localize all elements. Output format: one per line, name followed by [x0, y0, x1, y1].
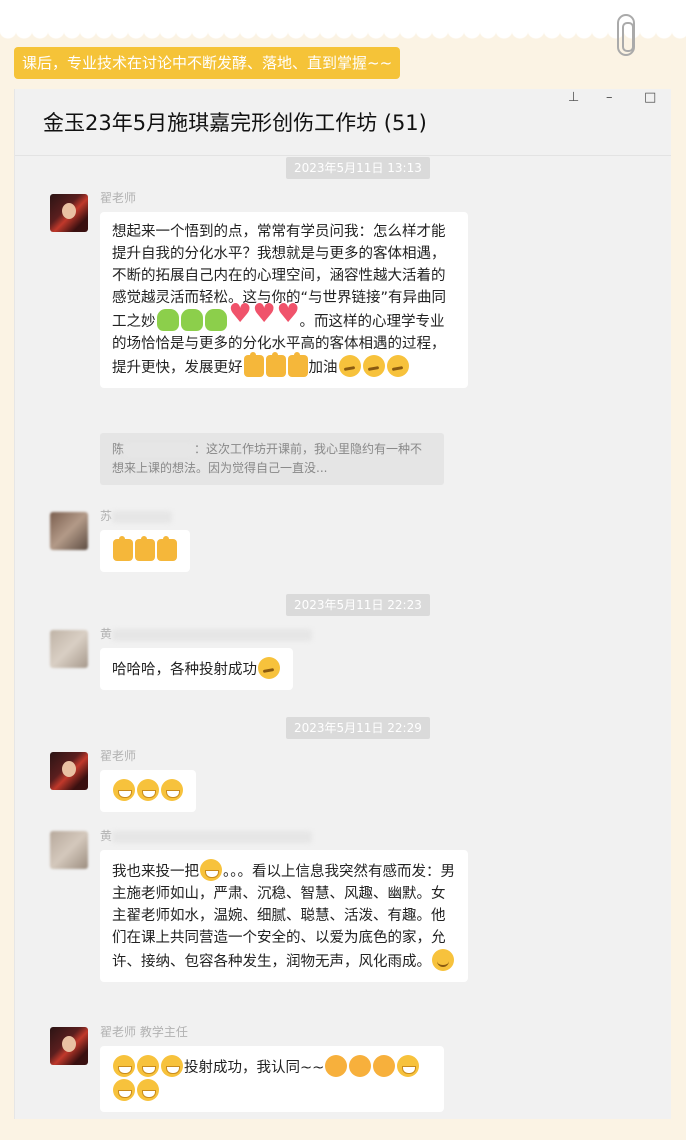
timestamp: 2023年5月11日 22:23	[286, 594, 430, 616]
message-bubble[interactable]: 我也来投一把 。。。看以上信息我突然有感而发：男主施老师如山，严肃、沉稳、智慧、风…	[100, 850, 468, 982]
sender-name: 黄	[100, 625, 313, 642]
sender-name: 翟老师	[100, 191, 137, 205]
grin-emoji-icon	[113, 1079, 135, 1101]
blurred-name	[112, 510, 173, 523]
message-bubble[interactable]: 投射成功，我认同~~	[100, 1046, 444, 1112]
grin-emoji-icon	[113, 1055, 135, 1077]
thumbs-up-emoji-icon	[265, 352, 286, 377]
grin-emoji-icon	[161, 1055, 183, 1077]
message-bubble[interactable]: 哈哈哈，各种投射成功	[100, 648, 293, 690]
blurred-name	[112, 628, 313, 641]
timestamp: 2023年5月11日 22:29	[286, 717, 430, 739]
thinking-emoji-icon	[258, 657, 280, 679]
blurred-name	[112, 830, 313, 843]
sender-name: 苏	[100, 507, 173, 524]
grin-emoji-icon	[137, 1079, 159, 1101]
title-bar: 金玉23年5月施琪嘉完形创伤工作坊 (51) ⊥ – □	[15, 89, 671, 156]
hug-emoji-icon	[156, 309, 179, 331]
thumbs-up-emoji-icon	[157, 536, 177, 561]
message-bubble[interactable]	[100, 530, 190, 572]
blurred-name	[124, 443, 195, 456]
sender-name: 翟老师 教学主任	[100, 1025, 188, 1039]
heart-emoji-icon	[253, 303, 276, 331]
paperclip-icon	[617, 14, 635, 56]
pin-icon[interactable]: ⊥	[568, 90, 579, 105]
avatar[interactable]	[50, 752, 88, 790]
sender-role: 教学主任	[139, 1025, 188, 1039]
cheer-emoji-icon	[373, 1055, 396, 1077]
hug-emoji-icon	[204, 309, 227, 331]
avatar[interactable]	[50, 831, 88, 869]
grin-emoji-icon	[137, 779, 159, 801]
heart-emoji-icon	[229, 303, 252, 331]
thumbs-up-emoji-icon	[243, 352, 264, 377]
chat-window: 金玉23年5月施琪嘉完形创伤工作坊 (51) ⊥ – □ 2023年5月11日 …	[14, 89, 671, 1119]
avatar[interactable]	[50, 512, 88, 550]
message-text: 加油	[308, 360, 338, 376]
avatar[interactable]	[50, 194, 88, 232]
cheer-emoji-icon	[349, 1055, 372, 1077]
grin-emoji-icon	[161, 779, 183, 801]
avatar[interactable]	[50, 1027, 88, 1065]
message-bubble[interactable]	[100, 770, 196, 812]
message-text: 投射成功，我认同~~	[184, 1060, 325, 1076]
sender-name: 黄	[100, 827, 313, 844]
thumbs-up-emoji-icon	[135, 536, 155, 561]
group-title: 金玉23年5月施琪嘉完形创伤工作坊 (51)	[43, 111, 427, 135]
quoted-message[interactable]: 陈：这次工作坊开课前，我心里隐约有一种不想来上课的想法。因为觉得自己一直没...	[100, 433, 444, 485]
message-text: 我也来投一把	[112, 864, 199, 880]
grin-emoji-icon	[137, 1055, 159, 1077]
smile-emoji-icon	[432, 949, 454, 971]
minimize-icon[interactable]: –	[606, 90, 613, 105]
cheer-emoji-icon	[325, 1055, 348, 1077]
quote-sender: 陈	[112, 442, 125, 456]
paper-torn-edge	[0, 30, 686, 44]
thumbs-up-emoji-icon	[113, 536, 133, 561]
message-text: 哈哈哈，各种投射成功	[112, 662, 257, 678]
grin-emoji-icon	[200, 859, 222, 881]
thumbs-up-emoji-icon	[287, 352, 308, 377]
grin-emoji-icon	[113, 779, 135, 801]
hug-emoji-icon	[180, 309, 203, 331]
sender-name: 翟老师	[100, 749, 137, 763]
grin-emoji-icon	[397, 1055, 420, 1077]
caption-banner: 课后，专业技术在讨论中不断发酵、落地、直到掌握~~	[14, 47, 401, 79]
smirk-emoji-icon	[386, 355, 409, 377]
avatar[interactable]	[50, 630, 88, 668]
smirk-emoji-icon	[362, 355, 385, 377]
message-bubble[interactable]: 想起来一个悟到的点，常常有学员问我：怎么样才能提升自我的分化水平？我想就是与更多…	[100, 212, 468, 388]
timestamp: 2023年5月11日 13:13	[286, 157, 430, 179]
maximize-icon[interactable]: □	[644, 90, 656, 105]
smirk-emoji-icon	[338, 355, 361, 377]
heart-emoji-icon	[277, 303, 300, 331]
